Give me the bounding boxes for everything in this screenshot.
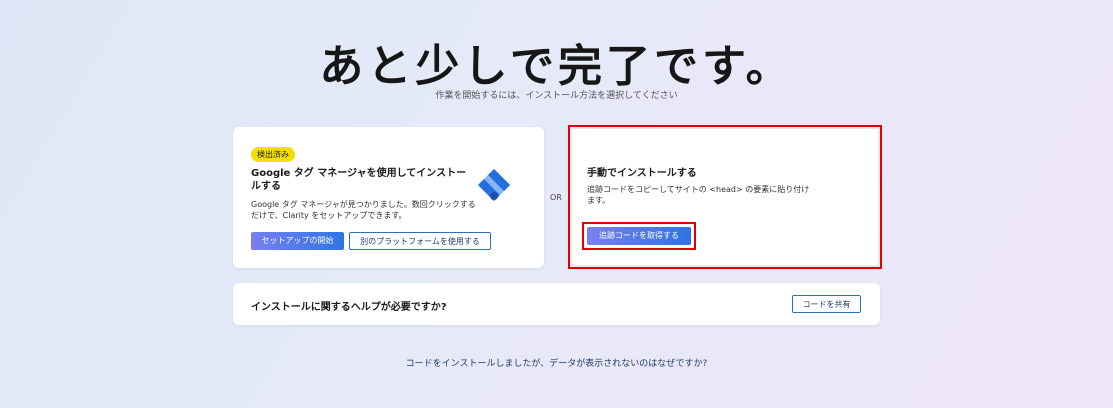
start-setup-button[interactable]: セットアップの開始 — [251, 232, 344, 250]
help-card-title: インストールに関するヘルプが必要ですか? — [251, 302, 447, 313]
help-card: インストールに関するヘルプが必要ですか? コードを共有 — [233, 283, 880, 325]
gtm-install-card: 検出済み Google タグ マネージャを使用してインストールする Google… — [233, 127, 544, 268]
manual-install-card: 手動でインストールする 追跡コードをコピーしてサイトの <head> の要素に貼… — [572, 129, 878, 265]
google-tag-manager-icon — [478, 169, 510, 201]
use-other-platform-button[interactable]: 別のプラットフォームを使用する — [349, 232, 491, 250]
detected-badge: 検出済み — [251, 147, 295, 162]
gtm-card-title: Google タグ マネージャを使用してインストールする — [251, 168, 467, 192]
no-data-help-link[interactable]: コードをインストールしましたが、データが表示されないのはなぜですか? — [0, 356, 1113, 369]
manual-card-description: 追跡コードをコピーしてサイトの <head> の要素に貼り付けます。 — [587, 185, 810, 205]
page-subtitle: 作業を開始するには、インストール方法を選択してください — [435, 91, 678, 101]
manual-card-title: 手動でインストールする — [587, 168, 697, 179]
get-tracking-code-button[interactable]: 追跡コードを取得する — [587, 227, 691, 245]
page-title: あと少しで完了です。 — [319, 41, 794, 92]
share-code-button[interactable]: コードを共有 — [792, 295, 861, 313]
or-divider-label: OR — [550, 193, 562, 202]
gtm-card-description: Google タグ マネージャが見つかりました。数回クリックするだけで、Clar… — [251, 200, 476, 220]
